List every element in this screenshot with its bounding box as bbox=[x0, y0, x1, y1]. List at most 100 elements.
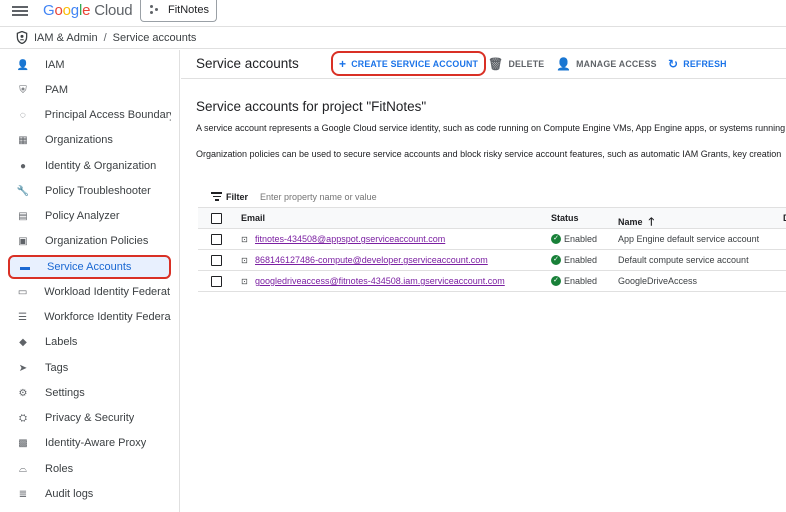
sidebar-item-label: IAM bbox=[45, 59, 65, 71]
sidebar-item-label: Audit logs bbox=[45, 488, 94, 500]
breadcrumb-section[interactable]: IAM & Admin bbox=[34, 32, 98, 44]
shield-gear-icon: ⛭ bbox=[19, 412, 27, 424]
sidebar-item-audit-logs[interactable]: ≣ Audit logs bbox=[8, 482, 171, 506]
project-picker-button[interactable]: FitNotes bbox=[140, 0, 217, 22]
sidebar-item-label: Settings bbox=[45, 387, 85, 399]
sidebar-item-label: Organizations bbox=[45, 134, 113, 146]
refresh-label: REFRESH bbox=[683, 59, 727, 69]
refresh-icon: ↻ bbox=[668, 57, 679, 71]
create-service-account-label: CREATE SERVICE ACCOUNT bbox=[351, 58, 479, 69]
create-service-account-button[interactable]: + CREATE SERVICE ACCOUNT bbox=[331, 51, 487, 76]
sidebar-item-roles[interactable]: ⌓ Roles bbox=[8, 457, 171, 481]
column-header-status[interactable]: Status bbox=[551, 213, 579, 223]
service-account-key-icon: ⊡ bbox=[241, 256, 248, 265]
sidebar-item-policy-analyzer[interactable]: ▤ Policy Analyzer bbox=[8, 204, 171, 228]
shield-icon bbox=[16, 31, 28, 44]
status-cell: ✓ Enabled bbox=[551, 276, 597, 286]
sidebar-item-privacy-security[interactable]: ⛭ Privacy & Security bbox=[8, 406, 171, 430]
sidebar-item-label: Tags bbox=[45, 362, 69, 374]
service-accounts-table: Email Status Name🡑 D ⊡fitnotes-434508@ap… bbox=[198, 208, 786, 292]
sidebar-item-label: Policy Analyzer bbox=[45, 210, 120, 222]
table-row: ⊡ fitnotes-434508@appspot.gserviceaccount… bbox=[198, 229, 786, 250]
select-all-checkbox[interactable] bbox=[211, 213, 222, 224]
sidebar-item-label: Labels bbox=[45, 336, 78, 348]
status-text: Enabled bbox=[564, 255, 598, 265]
person-icon: ● bbox=[19, 160, 27, 172]
sidebar-item-labels[interactable]: ◆ Labels bbox=[8, 330, 171, 354]
sidebar-item-label: PAM bbox=[45, 84, 69, 96]
filter-bar: Filter bbox=[198, 186, 786, 208]
sidebar-item-workload-identity-federation[interactable]: ▭ Workload Identity Federat... bbox=[8, 280, 171, 304]
column-header-email[interactable]: Email bbox=[241, 213, 265, 223]
sidebar-item-label: Privacy & Security bbox=[45, 412, 135, 424]
hamburger-menu-icon[interactable] bbox=[12, 4, 28, 20]
name-cell: Default compute service account bbox=[618, 255, 749, 265]
main-content: Service accounts + CREATE SERVICE ACCOUNT… bbox=[181, 50, 786, 512]
filter-input[interactable] bbox=[260, 191, 561, 202]
column-header-name-label: Name bbox=[618, 217, 643, 227]
status-text: Enabled bbox=[564, 276, 598, 286]
service-account-email-link[interactable]: fitnotes-434508@appspot.gserviceaccount.… bbox=[255, 234, 445, 244]
sidebar-item-policy-troubleshooter[interactable]: 🔧 Policy Troubleshooter bbox=[8, 179, 171, 203]
list-icon: ☰ bbox=[18, 311, 28, 323]
sidebar-item-label: Identity-Aware Proxy bbox=[45, 437, 147, 449]
service-account-email-link[interactable]: 868146127486-compute@developer.gservicea… bbox=[255, 255, 488, 265]
sidebar-item-organization-policies[interactable]: ▣ Organization Policies bbox=[8, 229, 171, 253]
org-policy-text: Organization policies can be used to sec… bbox=[196, 149, 782, 159]
email-cell: ⊡ 868146127486-compute@developer.gservice… bbox=[241, 255, 488, 265]
top-app-bar: Google Cloud FitNotes bbox=[0, 0, 786, 27]
id-card-icon: ▭ bbox=[17, 286, 28, 298]
refresh-button[interactable]: ↻ REFRESH bbox=[668, 55, 727, 73]
sidebar-item-label: Roles bbox=[45, 463, 74, 475]
sidebar-item-organizations[interactable]: ▦ Organizations bbox=[8, 128, 171, 152]
filter-label: Filter bbox=[226, 191, 249, 202]
delete-button[interactable]: 🗑 DELETE bbox=[488, 55, 544, 73]
building-icon: ▦ bbox=[18, 134, 28, 146]
project-dots-icon bbox=[150, 4, 162, 15]
description-text: A service account represents a Google Cl… bbox=[196, 123, 786, 133]
row-checkbox[interactable] bbox=[211, 255, 222, 266]
sidebar-item-workforce-identity-federation[interactable]: ☰ Workforce Identity Federa... bbox=[8, 305, 171, 329]
breadcrumb: IAM & Admin / Service accounts bbox=[0, 27, 786, 49]
delete-label: DELETE bbox=[508, 59, 545, 69]
person-add-icon: 👤 bbox=[556, 57, 572, 71]
policy-icon: ▣ bbox=[18, 235, 28, 247]
check-circle-icon: ✓ bbox=[551, 234, 561, 244]
sidebar-item-iam[interactable]: 👤 IAM bbox=[8, 53, 171, 77]
sidebar-item-tags[interactable]: ➤ Tags bbox=[8, 356, 171, 380]
sidebar-item-identity-aware-proxy[interactable]: ▩ Identity-Aware Proxy bbox=[8, 431, 171, 455]
boundary-icon: ◌ bbox=[19, 109, 26, 121]
service-account-icon: ▬ bbox=[20, 261, 30, 273]
sidebar-item-settings[interactable]: ⚙ Settings bbox=[8, 381, 171, 405]
table-row: ⊡ googledriveaccess@fitnotes-434508.iam.g… bbox=[198, 271, 786, 292]
sidebar-item-pam[interactable]: ⛨ PAM bbox=[8, 78, 171, 102]
sidebar-item-label: Organization Policies bbox=[45, 235, 149, 247]
check-circle-icon: ✓ bbox=[551, 276, 561, 286]
sort-arrow-up-icon: 🡑 bbox=[648, 216, 655, 228]
wrench-icon: 🔧 bbox=[16, 185, 30, 197]
name-cell: App Engine default service account bbox=[618, 234, 760, 244]
manage-access-button[interactable]: 👤 MANAGE ACCESS bbox=[556, 55, 657, 73]
person-add-icon: 👤 bbox=[16, 59, 30, 71]
sidebar-item-identity-organization[interactable]: ● Identity & Organization bbox=[8, 154, 171, 178]
service-account-email-link[interactable]: googledriveaccess@fitnotes-434508.iam.gs… bbox=[255, 276, 505, 286]
sidebar-item-label: Identity & Organization bbox=[45, 160, 157, 172]
tag-icon: ➤ bbox=[18, 362, 28, 374]
breadcrumb-separator: / bbox=[103, 31, 107, 44]
gear-icon: ⚙ bbox=[18, 387, 28, 399]
shield-check-icon: ⛨ bbox=[19, 84, 27, 96]
sidebar-item-service-accounts[interactable]: ▬ Service Accounts bbox=[8, 255, 171, 279]
google-cloud-logo[interactable]: Google Cloud bbox=[43, 2, 133, 19]
status-text: Enabled bbox=[564, 234, 598, 244]
table-header-row: Email Status Name🡑 D bbox=[198, 208, 786, 229]
service-account-key-icon: ⊡ bbox=[241, 235, 248, 244]
row-checkbox[interactable] bbox=[211, 234, 222, 245]
name-cell: GoogleDriveAccess bbox=[618, 276, 698, 286]
email-cell: ⊡ googledriveaccess@fitnotes-434508.iam.g… bbox=[241, 276, 505, 286]
sidebar-item-label: Workforce Identity Federa... bbox=[44, 311, 171, 323]
sidebar-item-principal-access-boundary[interactable]: ◌ Principal Access Boundary bbox=[8, 103, 171, 127]
row-checkbox[interactable] bbox=[211, 276, 222, 287]
sidebar-item-label: Policy Troubleshooter bbox=[45, 185, 151, 197]
document-search-icon: ▤ bbox=[18, 210, 28, 222]
email-cell: ⊡ fitnotes-434508@appspot.gserviceaccount… bbox=[241, 234, 445, 244]
